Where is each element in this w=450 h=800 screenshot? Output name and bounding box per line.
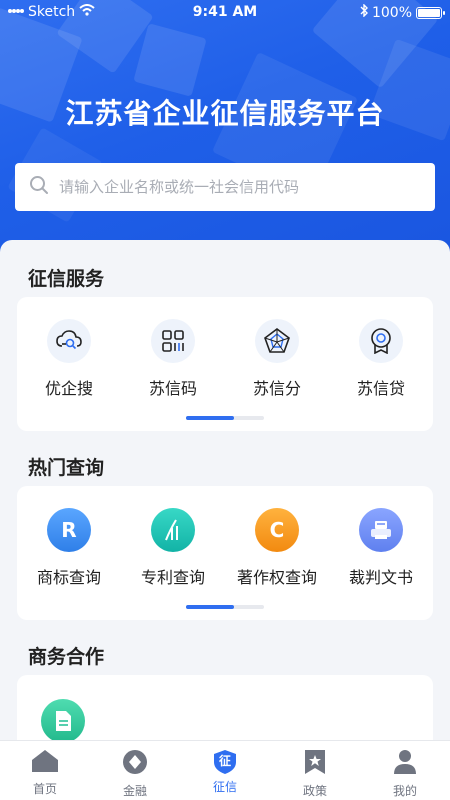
service-suxindai[interactable]: 苏信贷	[329, 319, 433, 399]
tab-label: 政策	[302, 784, 327, 798]
query-label: 专利查询	[140, 568, 205, 587]
section-title-credit-services: 征信服务	[28, 268, 105, 290]
medal-loan-icon	[359, 319, 403, 363]
tab-profile[interactable]: 我的	[360, 741, 450, 800]
battery-percent: 100%	[371, 4, 412, 21]
service-label: 优企搜	[44, 379, 93, 398]
hero-banner: Sketch 9:41 AM 100% 江苏省企业征信服务平台	[0, 0, 450, 260]
battery-icon	[416, 6, 445, 19]
query-label: 著作权查询	[236, 568, 317, 587]
home-icon	[31, 749, 59, 777]
profile-icon	[393, 749, 417, 779]
page-indicator	[186, 605, 264, 609]
tab-label: 我的	[392, 784, 417, 798]
query-trademark[interactable]: R 商标查询	[17, 508, 121, 588]
tab-policy[interactable]: 政策	[270, 741, 360, 800]
search-input[interactable]	[59, 178, 409, 196]
search-icon	[29, 175, 49, 199]
patent-icon	[151, 508, 195, 552]
tab-label: 金融	[122, 784, 147, 798]
tab-credit[interactable]: 征 征信	[180, 741, 270, 800]
service-suxinfen[interactable]: 苏信分	[225, 319, 329, 399]
tab-home[interactable]: 首页	[0, 741, 90, 800]
query-patent[interactable]: 专利查询	[121, 508, 225, 588]
shield-badge-text: 征	[218, 754, 231, 768]
radar-score-icon	[255, 319, 299, 363]
policy-bookmark-icon	[304, 749, 326, 779]
finance-icon	[122, 749, 148, 779]
document-icon	[41, 699, 85, 743]
page-title: 江苏省企业征信服务平台	[65, 97, 385, 130]
service-suxinma[interactable]: 苏信码	[121, 319, 225, 399]
service-youqisou[interactable]: 优企搜	[17, 319, 121, 399]
service-label: 苏信贷	[356, 379, 405, 398]
query-judgment[interactable]: 裁判文书	[329, 508, 433, 588]
qr-code-icon	[151, 319, 195, 363]
bluetooth-icon	[360, 3, 368, 21]
credit-services-card: 优企搜 苏信码 苏信分 苏信贷	[17, 297, 433, 431]
page-indicator	[186, 416, 264, 420]
query-copyright[interactable]: C 著作权查询	[225, 508, 329, 588]
tab-finance[interactable]: 金融	[90, 741, 180, 800]
service-label: 苏信码	[148, 379, 197, 398]
query-label: 裁判文书	[348, 568, 413, 587]
content-sheet: 征信服务 优企搜 苏信码 苏信分 苏信贷 热门查询 R 商标查询 专利查询 C …	[0, 240, 450, 755]
tab-label: 征信	[212, 780, 237, 794]
tab-label: 首页	[32, 782, 57, 796]
cooperation-item[interactable]	[41, 699, 85, 743]
query-label: 商标查询	[36, 568, 101, 587]
trademark-icon: R	[47, 508, 91, 552]
copyright-icon: C	[255, 508, 299, 552]
search-bar[interactable]	[15, 163, 435, 211]
cloud-search-icon	[47, 319, 91, 363]
section-title-business-cooperation: 商务合作	[28, 646, 105, 668]
bottom-tab-bar: 首页 金融 征 征信 政策 我的	[0, 740, 450, 800]
section-title-hot-queries: 热门查询	[28, 457, 105, 479]
credit-shield-icon: 征	[212, 749, 238, 775]
service-label: 苏信分	[252, 379, 301, 398]
status-bar: Sketch 9:41 AM 100%	[0, 0, 450, 24]
hot-queries-card: R 商标查询 专利查询 C 著作权查询 裁判文书	[17, 486, 433, 620]
judgment-printer-icon	[359, 508, 403, 552]
decor-square	[133, 23, 207, 97]
